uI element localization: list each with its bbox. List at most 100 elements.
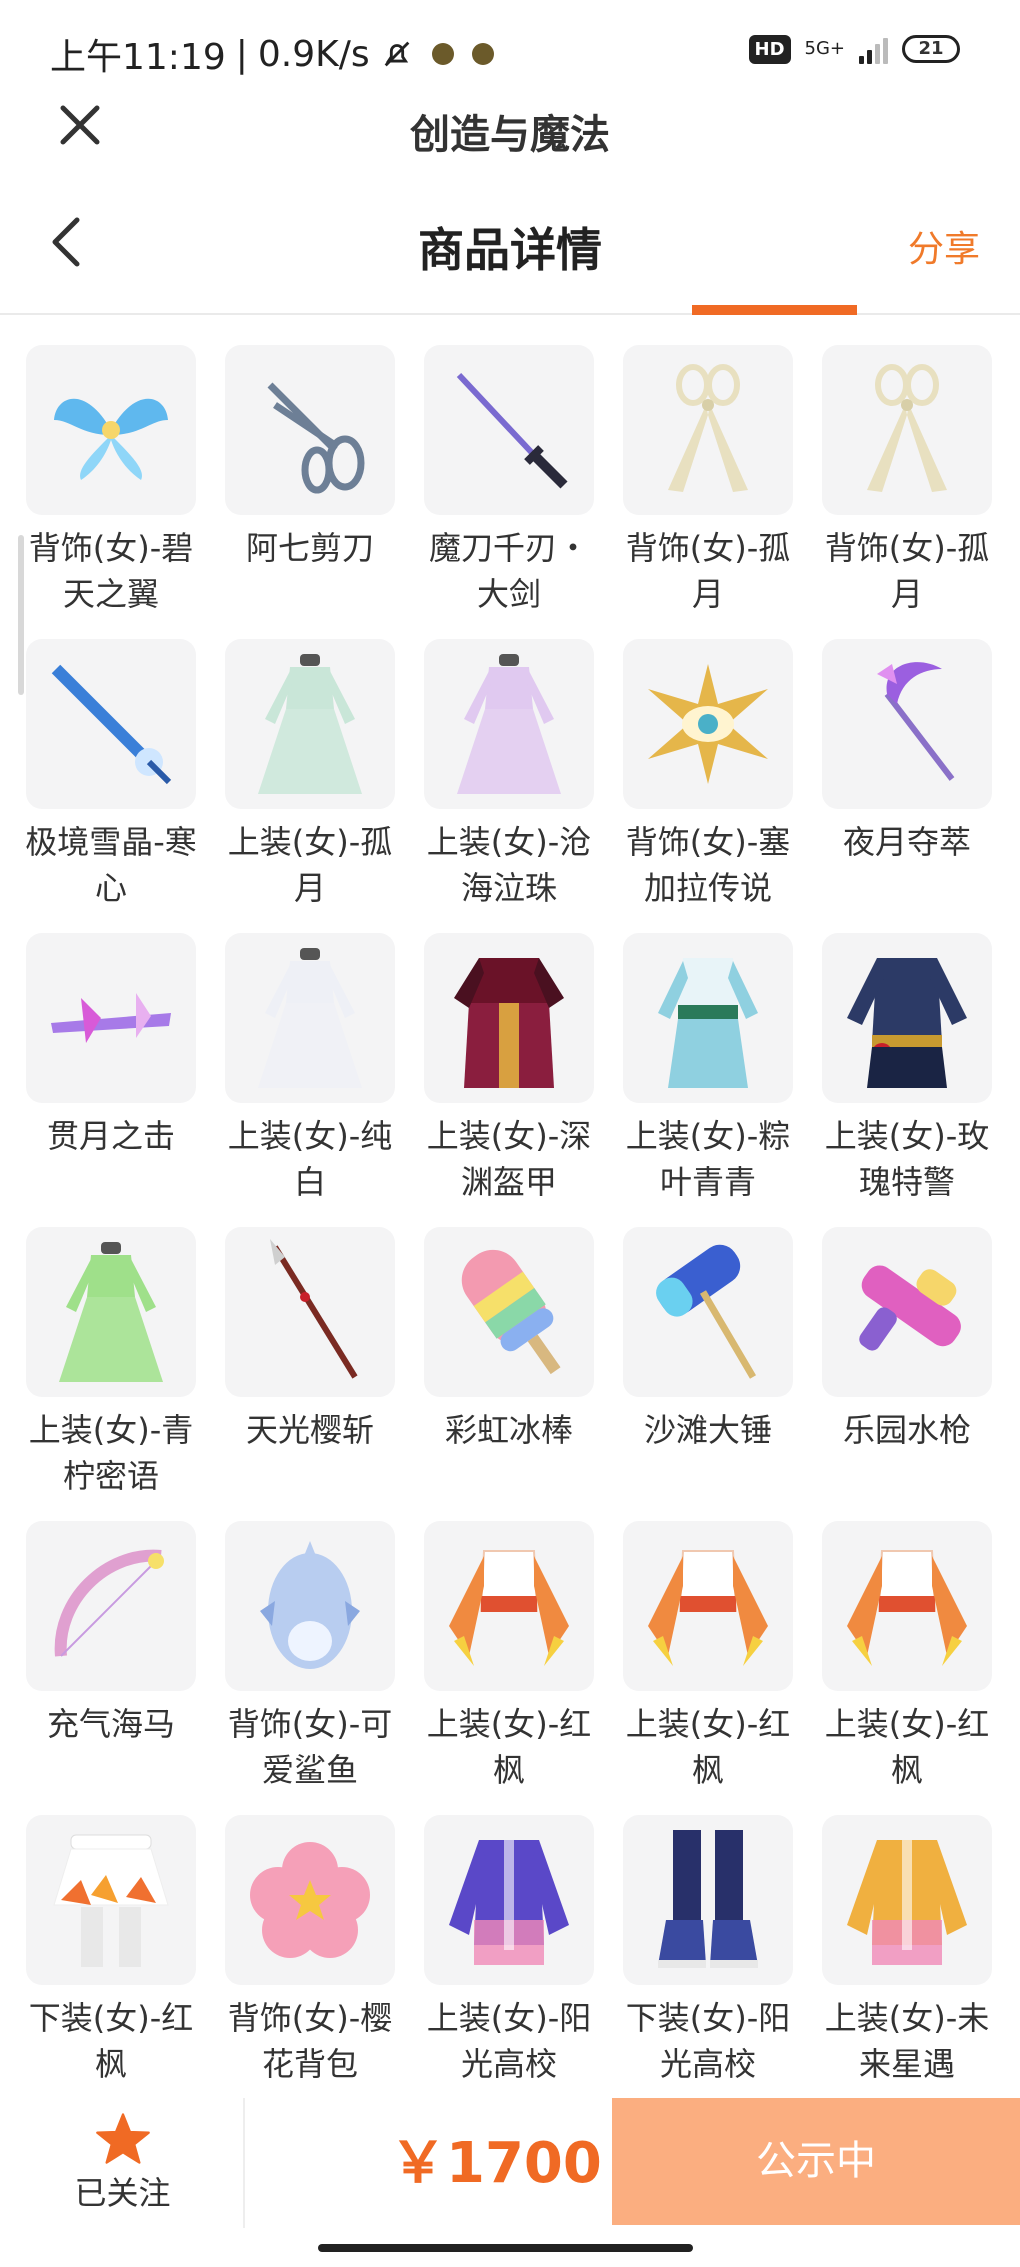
app-title: 创造与魔法 <box>410 112 610 158</box>
item-card[interactable]: 上装(女)-粽叶青青 <box>623 933 793 1227</box>
item-card[interactable]: 背饰(女)-樱花背包 <box>225 1815 395 2109</box>
item-name: 背饰(女)-樱花背包 <box>227 1999 393 2083</box>
item-name: 上装(女)-红枫 <box>426 1705 592 1789</box>
item-card[interactable]: 上装(女)-红枫 <box>623 1521 793 1815</box>
item-name: 阿七剪刀 <box>245 529 374 567</box>
sakura-bag-icon <box>225 1815 395 1985</box>
network-type: 5G+ <box>804 38 845 59</box>
item-card[interactable]: 背饰(女)-碧天之翼 <box>26 345 196 639</box>
armor-icon <box>424 933 594 1103</box>
item-card[interactable]: 上装(女)-未来星遇 <box>822 1815 992 2109</box>
popsicle-icon <box>424 1227 594 1397</box>
status-button[interactable]: 公示中 <box>612 2098 1020 2225</box>
item-name: 上装(女)-玫瑰特警 <box>824 1117 990 1201</box>
item-card[interactable]: 下装(女)-红枫 <box>26 1815 196 2109</box>
item-name: 上装(女)-纯白 <box>227 1117 393 1201</box>
nav-bar: 商品详情 分享 <box>0 190 1020 315</box>
shark-icon <box>225 1521 395 1691</box>
hammer-icon <box>623 1227 793 1397</box>
item-card[interactable]: 下装(女)-阳光高校 <box>623 1815 793 2109</box>
item-name: 上装(女)-阳光高校 <box>426 1999 592 2083</box>
spear-icon <box>225 1227 395 1397</box>
jacket-icon <box>424 1815 594 1985</box>
divider <box>243 2098 245 2228</box>
home-indicator[interactable] <box>318 2244 693 2252</box>
item-card[interactable]: 沙滩大锤 <box>623 1227 793 1521</box>
follow-button[interactable]: 已关注 <box>60 2112 185 2214</box>
maple-outfit-icon <box>822 1521 992 1691</box>
item-grid: 背饰(女)-碧天之翼 阿七剪刀 魔刀千刃・大剑 背饰(女)-孤月 背饰(女)-孤月 极境雪… <box>25 345 1001 2109</box>
dress-icon <box>225 639 395 809</box>
scissors-icon <box>225 345 395 515</box>
ribbon-icon <box>623 345 793 515</box>
notification-icon <box>431 43 454 65</box>
page-title: 商品详情 <box>418 223 602 277</box>
jacket-icon <box>822 1815 992 1985</box>
item-card[interactable]: 上装(女)-沧海泣珠 <box>424 639 594 933</box>
item-card[interactable]: 充气海马 <box>26 1521 196 1815</box>
item-name: 下装(女)-红枫 <box>28 1999 194 2083</box>
notification-icon-2 <box>471 43 494 65</box>
item-card[interactable]: 魔刀千刃・大剑 <box>424 345 594 639</box>
item-name: 上装(女)-红枫 <box>625 1705 791 1789</box>
item-card[interactable]: 背饰(女)-塞加拉传说 <box>623 639 793 933</box>
item-name: 上装(女)-青柠密语 <box>28 1411 194 1495</box>
item-name: 贯月之击 <box>46 1117 175 1155</box>
item-card[interactable]: 上装(女)-玫瑰特警 <box>822 933 992 1227</box>
item-name: 背饰(女)-可爱鲨鱼 <box>227 1705 393 1789</box>
item-name: 沙滩大锤 <box>643 1411 772 1449</box>
item-name: 天光樱斩 <box>245 1411 374 1449</box>
item-name: 极境雪晶-寒心 <box>25 823 197 907</box>
golden-eye-icon <box>623 639 793 809</box>
item-card[interactable]: 上装(女)-青柠密语 <box>26 1227 196 1521</box>
item-name: 上装(女)-深渊盔甲 <box>426 1117 592 1201</box>
ribbon-icon <box>822 345 992 515</box>
item-card[interactable]: 极境雪晶-寒心 <box>25 639 197 933</box>
item-name: 上装(女)-沧海泣珠 <box>426 823 592 907</box>
item-name: 上装(女)-孤月 <box>227 823 393 907</box>
blue-wings-icon <box>26 345 196 515</box>
item-name: 充气海马 <box>46 1705 175 1743</box>
price: ￥1700 <box>390 2131 602 2196</box>
boots-icon <box>623 1815 793 1985</box>
share-button[interactable]: 分享 <box>908 220 980 272</box>
item-name: 魔刀千刃・大剑 <box>428 529 589 613</box>
item-card[interactable]: 背饰(女)-孤月 <box>822 345 992 639</box>
status-right: HD 5G+ 21 <box>748 34 960 64</box>
scythe-icon <box>822 639 992 809</box>
item-name: 背饰(女)-孤月 <box>824 529 990 613</box>
item-card[interactable]: 上装(女)-孤月 <box>225 639 395 933</box>
item-card[interactable]: 彩虹冰棒 <box>424 1227 594 1521</box>
item-card[interactable]: 乐园水枪 <box>822 1227 992 1521</box>
item-card[interactable]: 夜月夺萃 <box>822 639 992 933</box>
skirt-icon <box>26 1815 196 1985</box>
item-card[interactable]: 上装(女)-阳光高校 <box>424 1815 594 2109</box>
item-card[interactable]: 贯月之击 <box>26 933 196 1227</box>
item-name: 彩虹冰棒 <box>444 1411 573 1449</box>
bell-off-icon <box>384 41 409 67</box>
follow-label: 已关注 <box>74 2174 171 2212</box>
dress-icon <box>26 1227 196 1397</box>
item-card[interactable]: 上装(女)-红枫 <box>424 1521 594 1815</box>
battery-icon: 21 <box>902 35 960 63</box>
item-card[interactable]: 上装(女)-红枫 <box>822 1521 992 1815</box>
dress-icon <box>424 639 594 809</box>
item-name: 上装(女)-红枫 <box>824 1705 990 1789</box>
item-card[interactable]: 阿七剪刀 <box>225 345 395 639</box>
item-card[interactable]: 天光樱斩 <box>225 1227 395 1521</box>
item-name: 乐园水枪 <box>842 1411 971 1449</box>
crossbow-icon <box>26 933 196 1103</box>
item-name: 背饰(女)-碧天之翼 <box>28 529 194 613</box>
item-card[interactable]: 上装(女)-深渊盔甲 <box>424 933 594 1227</box>
ice-sword-icon <box>26 639 196 809</box>
maple-outfit-icon <box>623 1521 793 1691</box>
item-card[interactable]: 上装(女)-纯白 <box>225 933 395 1227</box>
item-name: 背饰(女)-孤月 <box>625 529 791 613</box>
katana-icon <box>424 345 594 515</box>
item-card[interactable]: 背饰(女)-可爱鲨鱼 <box>225 1521 395 1815</box>
active-tab-indicator <box>692 305 857 315</box>
uniform-icon <box>822 933 992 1103</box>
item-name: 上装(女)-未来星遇 <box>824 1999 990 2083</box>
item-card[interactable]: 背饰(女)-孤月 <box>623 345 793 639</box>
status-separator: | <box>235 33 248 75</box>
